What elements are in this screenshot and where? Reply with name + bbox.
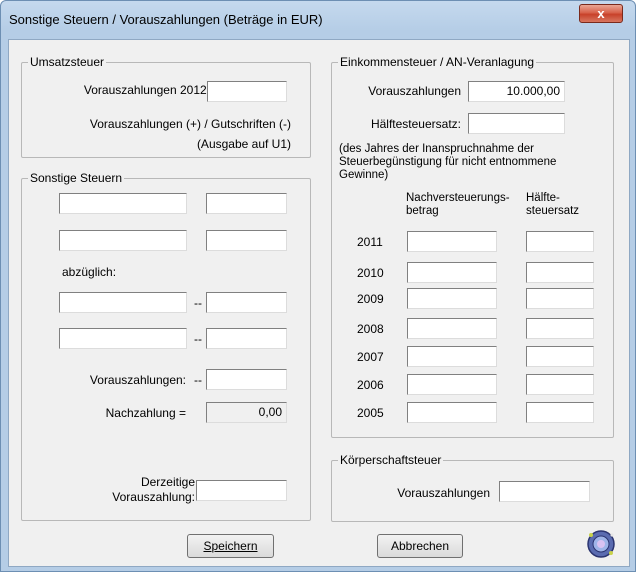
- kst-vorauszahlungen-field[interactable]: [499, 481, 590, 502]
- year-label-2010: 2010: [357, 266, 384, 280]
- est-note-line2: Steuerbegünstigung für nicht entnommene: [339, 156, 557, 168]
- sonstige-vorauszahlungen-field[interactable]: [206, 369, 287, 390]
- save-button[interactable]: Speichern: [187, 534, 274, 558]
- window-title: Sonstige Steuern / Vorauszahlungen (Betr…: [9, 12, 323, 27]
- column-header-haelfte-line2: steuersatz: [526, 205, 580, 217]
- koerperschaftsteuer-legend: Körperschaftsteuer: [338, 453, 444, 467]
- haelfte-2009-field[interactable]: [526, 288, 594, 309]
- est-vorauszahlungen-label: Vorauszahlungen: [368, 84, 461, 98]
- haelfte-2005-field[interactable]: [526, 402, 594, 423]
- einkommensteuer-legend: Einkommensteuer / AN-Veranlagung: [338, 55, 537, 69]
- abzug-betrag-2-field[interactable]: [206, 328, 287, 349]
- nachversteuerung-2010-field[interactable]: [407, 262, 497, 283]
- derzeitige-vorauszahlung-field[interactable]: [196, 480, 287, 501]
- column-header-nachversteuerung-line1: Nachversteuerungs-: [406, 192, 510, 204]
- haelfte-2006-field[interactable]: [526, 374, 594, 395]
- column-header-haelfte-line1: Hälfte-: [526, 192, 560, 204]
- nachversteuerung-2009-field[interactable]: [407, 288, 497, 309]
- derzeitige-label-line1: Derzeitige: [140, 475, 195, 489]
- est-note-line3: Gewinne): [339, 169, 389, 181]
- close-button[interactable]: x: [579, 4, 623, 23]
- year-label-2011: 2011: [357, 235, 383, 249]
- sonstige-steuern-legend: Sonstige Steuern: [28, 171, 125, 185]
- abzueglich-label: abzüglich:: [62, 265, 117, 279]
- minus-sign-3: --: [194, 373, 202, 387]
- gutschriften-label-line2: (Ausgabe auf U1): [196, 137, 291, 151]
- est-vorauszahlungen-field[interactable]: 10.000,00: [468, 81, 565, 102]
- year-label-2005: 2005: [357, 406, 384, 420]
- close-icon: x: [597, 6, 605, 21]
- dialog-client: Umsatzsteuer Vorauszahlungen 2012: Vorau…: [8, 39, 630, 567]
- sonstige-steuer-betrag-1-field[interactable]: [206, 193, 287, 214]
- derzeitige-label-line2: Vorauszahlung:: [112, 490, 195, 504]
- haelftesteuersatz-field[interactable]: [468, 113, 565, 134]
- haelfte-2011-field[interactable]: [526, 231, 594, 252]
- year-label-2009: 2009: [357, 292, 384, 306]
- title-bar[interactable]: Sonstige Steuern / Vorauszahlungen (Betr…: [1, 1, 635, 39]
- minus-sign-2: --: [194, 332, 202, 346]
- haelfte-2008-field[interactable]: [526, 318, 594, 339]
- abzug-name-2-field[interactable]: [59, 328, 187, 349]
- sonstige-steuer-name-1-field[interactable]: [59, 193, 187, 214]
- cancel-button-label: Abbrechen: [390, 539, 450, 553]
- column-header-nachversteuerung-line2: betrag: [406, 205, 439, 217]
- year-label-2008: 2008: [357, 322, 384, 336]
- haelfte-2007-field[interactable]: [526, 346, 594, 367]
- est-note-line1: (des Jahres der Inanspruchnahme der: [339, 143, 534, 155]
- nachversteuerung-2011-field[interactable]: [407, 231, 497, 252]
- minus-sign-1: --: [194, 296, 202, 310]
- nachzahlung-value: 0,00: [206, 402, 287, 423]
- save-button-label: Speichern: [203, 539, 258, 553]
- nachversteuerung-2007-field[interactable]: [407, 346, 497, 367]
- sonstige-steuer-name-2-field[interactable]: [59, 230, 187, 251]
- haelfte-2010-field[interactable]: [526, 262, 594, 283]
- nachversteuerung-2006-field[interactable]: [407, 374, 497, 395]
- nachversteuerung-2005-field[interactable]: [407, 402, 497, 423]
- sonstige-steuer-betrag-2-field[interactable]: [206, 230, 287, 251]
- sonstige-vorauszahlungen-label: Vorauszahlungen:: [89, 373, 186, 387]
- year-label-2007: 2007: [357, 350, 384, 364]
- year-label-2006: 2006: [357, 378, 384, 392]
- nachversteuerung-2008-field[interactable]: [407, 318, 497, 339]
- vorauszahlungen-2012-label: Vorauszahlungen 2012:: [83, 83, 210, 97]
- haelftesteuersatz-label: Hälftesteuersatz:: [370, 117, 461, 131]
- dialog-window: Sonstige Steuern / Vorauszahlungen (Betr…: [0, 0, 636, 572]
- gutschriften-label-line1: Vorauszahlungen (+) / Gutschriften (-): [89, 117, 291, 131]
- cancel-button[interactable]: Abbrechen: [377, 534, 463, 558]
- abzug-betrag-1-field[interactable]: [206, 292, 287, 313]
- abzug-name-1-field[interactable]: [59, 292, 187, 313]
- kst-vorauszahlungen-label: Vorauszahlungen: [397, 486, 490, 500]
- nachzahlung-label: Nachzahlung =: [105, 406, 186, 420]
- vorauszahlungen-2012-field[interactable]: [207, 81, 287, 102]
- umsatzsteuer-legend: Umsatzsteuer: [28, 55, 107, 69]
- help-globe-icon[interactable]: [586, 529, 616, 559]
